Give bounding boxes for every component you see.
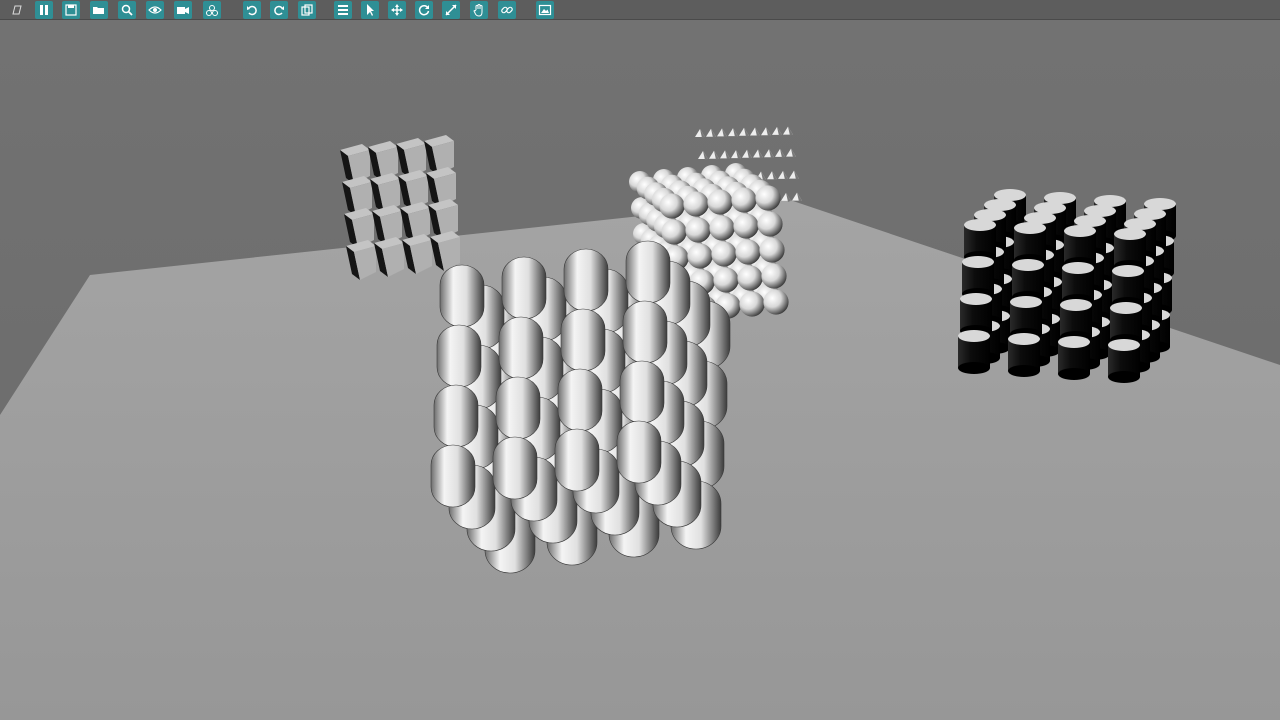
scale-icon [445, 4, 457, 16]
cylinder-item-top [1010, 296, 1042, 308]
sphere-item [731, 187, 757, 213]
sphere-item [709, 215, 735, 241]
redo-button[interactable] [270, 1, 288, 19]
camera-icon [177, 7, 189, 14]
sphere-item [759, 237, 785, 263]
capsule-item [616, 420, 662, 484]
sphere-item [735, 239, 761, 265]
capsule-item [501, 256, 547, 320]
select-button[interactable] [361, 1, 379, 19]
capsule-item [439, 264, 485, 328]
cylinder-item-bottom [1058, 368, 1090, 380]
pause-button[interactable] [35, 1, 53, 19]
cylinder-item-top [962, 256, 994, 268]
capsule-item [554, 428, 600, 492]
cylinder-item-top [964, 219, 996, 231]
link-icon [501, 6, 513, 14]
cylinder-item-top [1114, 228, 1146, 240]
move-icon [391, 4, 403, 16]
capsule-item [495, 376, 541, 440]
cylinder-item-top [1108, 339, 1140, 351]
eye-icon [148, 6, 162, 14]
cylinder-item-top [958, 330, 990, 342]
capsule-stack[interactable] [430, 240, 731, 574]
copy-button[interactable] [298, 1, 316, 19]
capsule-item [622, 300, 668, 364]
camera-button[interactable] [174, 1, 192, 19]
scale-button[interactable] [442, 1, 460, 19]
new-scene-icon [12, 5, 22, 15]
cylinder-item-top [960, 293, 992, 305]
capsule-item [498, 316, 544, 380]
save-button[interactable] [62, 1, 80, 19]
hand-icon [473, 4, 483, 17]
cylinder-item-top [1058, 336, 1090, 348]
save-icon [65, 4, 77, 16]
hand-button[interactable] [470, 1, 488, 19]
sphere-item [739, 291, 765, 317]
sphere-item [757, 211, 783, 237]
capsule-item [560, 308, 606, 372]
main-toolbar [0, 0, 1280, 20]
capsule-item [619, 360, 665, 424]
link-button[interactable] [498, 1, 516, 19]
sphere-item [687, 243, 713, 269]
image-icon [538, 4, 552, 16]
move-button[interactable] [388, 1, 406, 19]
redo-icon [274, 5, 284, 16]
rotate-icon [418, 4, 430, 16]
sphere-item [763, 289, 789, 315]
3d-viewport[interactable] [0, 20, 1280, 720]
cylinder-item-top [1112, 265, 1144, 277]
sphere-item [737, 265, 763, 291]
sphere-item [661, 219, 687, 245]
objects-button[interactable] [203, 1, 221, 19]
cylinder-item-bottom [1008, 365, 1040, 377]
sphere-item [711, 241, 737, 267]
cylinder-item-bottom [1108, 371, 1140, 383]
pause-icon [40, 5, 48, 15]
sphere-item [685, 217, 711, 243]
cylinder-stack[interactable] [958, 189, 1176, 383]
view-button[interactable] [146, 1, 164, 19]
sphere-item [755, 185, 781, 211]
capsule-item [430, 444, 476, 508]
cylinder-item-top [1064, 225, 1096, 237]
capsule-item [492, 436, 538, 500]
capsule-item [436, 324, 482, 388]
cylinder-item-top [1008, 333, 1040, 345]
capsule-item [557, 368, 603, 432]
zoom-button[interactable] [118, 1, 136, 19]
sphere-item [713, 267, 739, 293]
undo-icon [247, 5, 257, 16]
list-icon [338, 5, 348, 15]
render-image-button[interactable] [536, 1, 554, 19]
select-arrow-icon [367, 4, 374, 16]
sphere-item [683, 191, 709, 217]
cylinder-item-bottom [958, 362, 990, 374]
cylinder-item-top [1110, 302, 1142, 314]
undo-button[interactable] [243, 1, 261, 19]
sphere-item [761, 263, 787, 289]
scene-canvas [0, 20, 1280, 720]
copy-icon [301, 4, 313, 16]
cylinder-item-top [1060, 299, 1092, 311]
open-button[interactable] [90, 1, 108, 19]
spheres-icon [206, 5, 218, 16]
capsule-item [433, 384, 479, 448]
cylinder-item-top [1062, 262, 1094, 274]
list-button[interactable] [334, 1, 352, 19]
sphere-item [707, 189, 733, 215]
zoom-icon [121, 4, 133, 16]
cylinder-item-top [1014, 222, 1046, 234]
sphere-item [733, 213, 759, 239]
capsule-item [563, 248, 609, 312]
rotate-button[interactable] [415, 1, 433, 19]
sphere-item [659, 193, 685, 219]
open-folder-icon [93, 7, 104, 14]
cylinder-item-top [1012, 259, 1044, 271]
capsule-item [625, 240, 671, 304]
new-scene-button[interactable] [8, 1, 26, 19]
